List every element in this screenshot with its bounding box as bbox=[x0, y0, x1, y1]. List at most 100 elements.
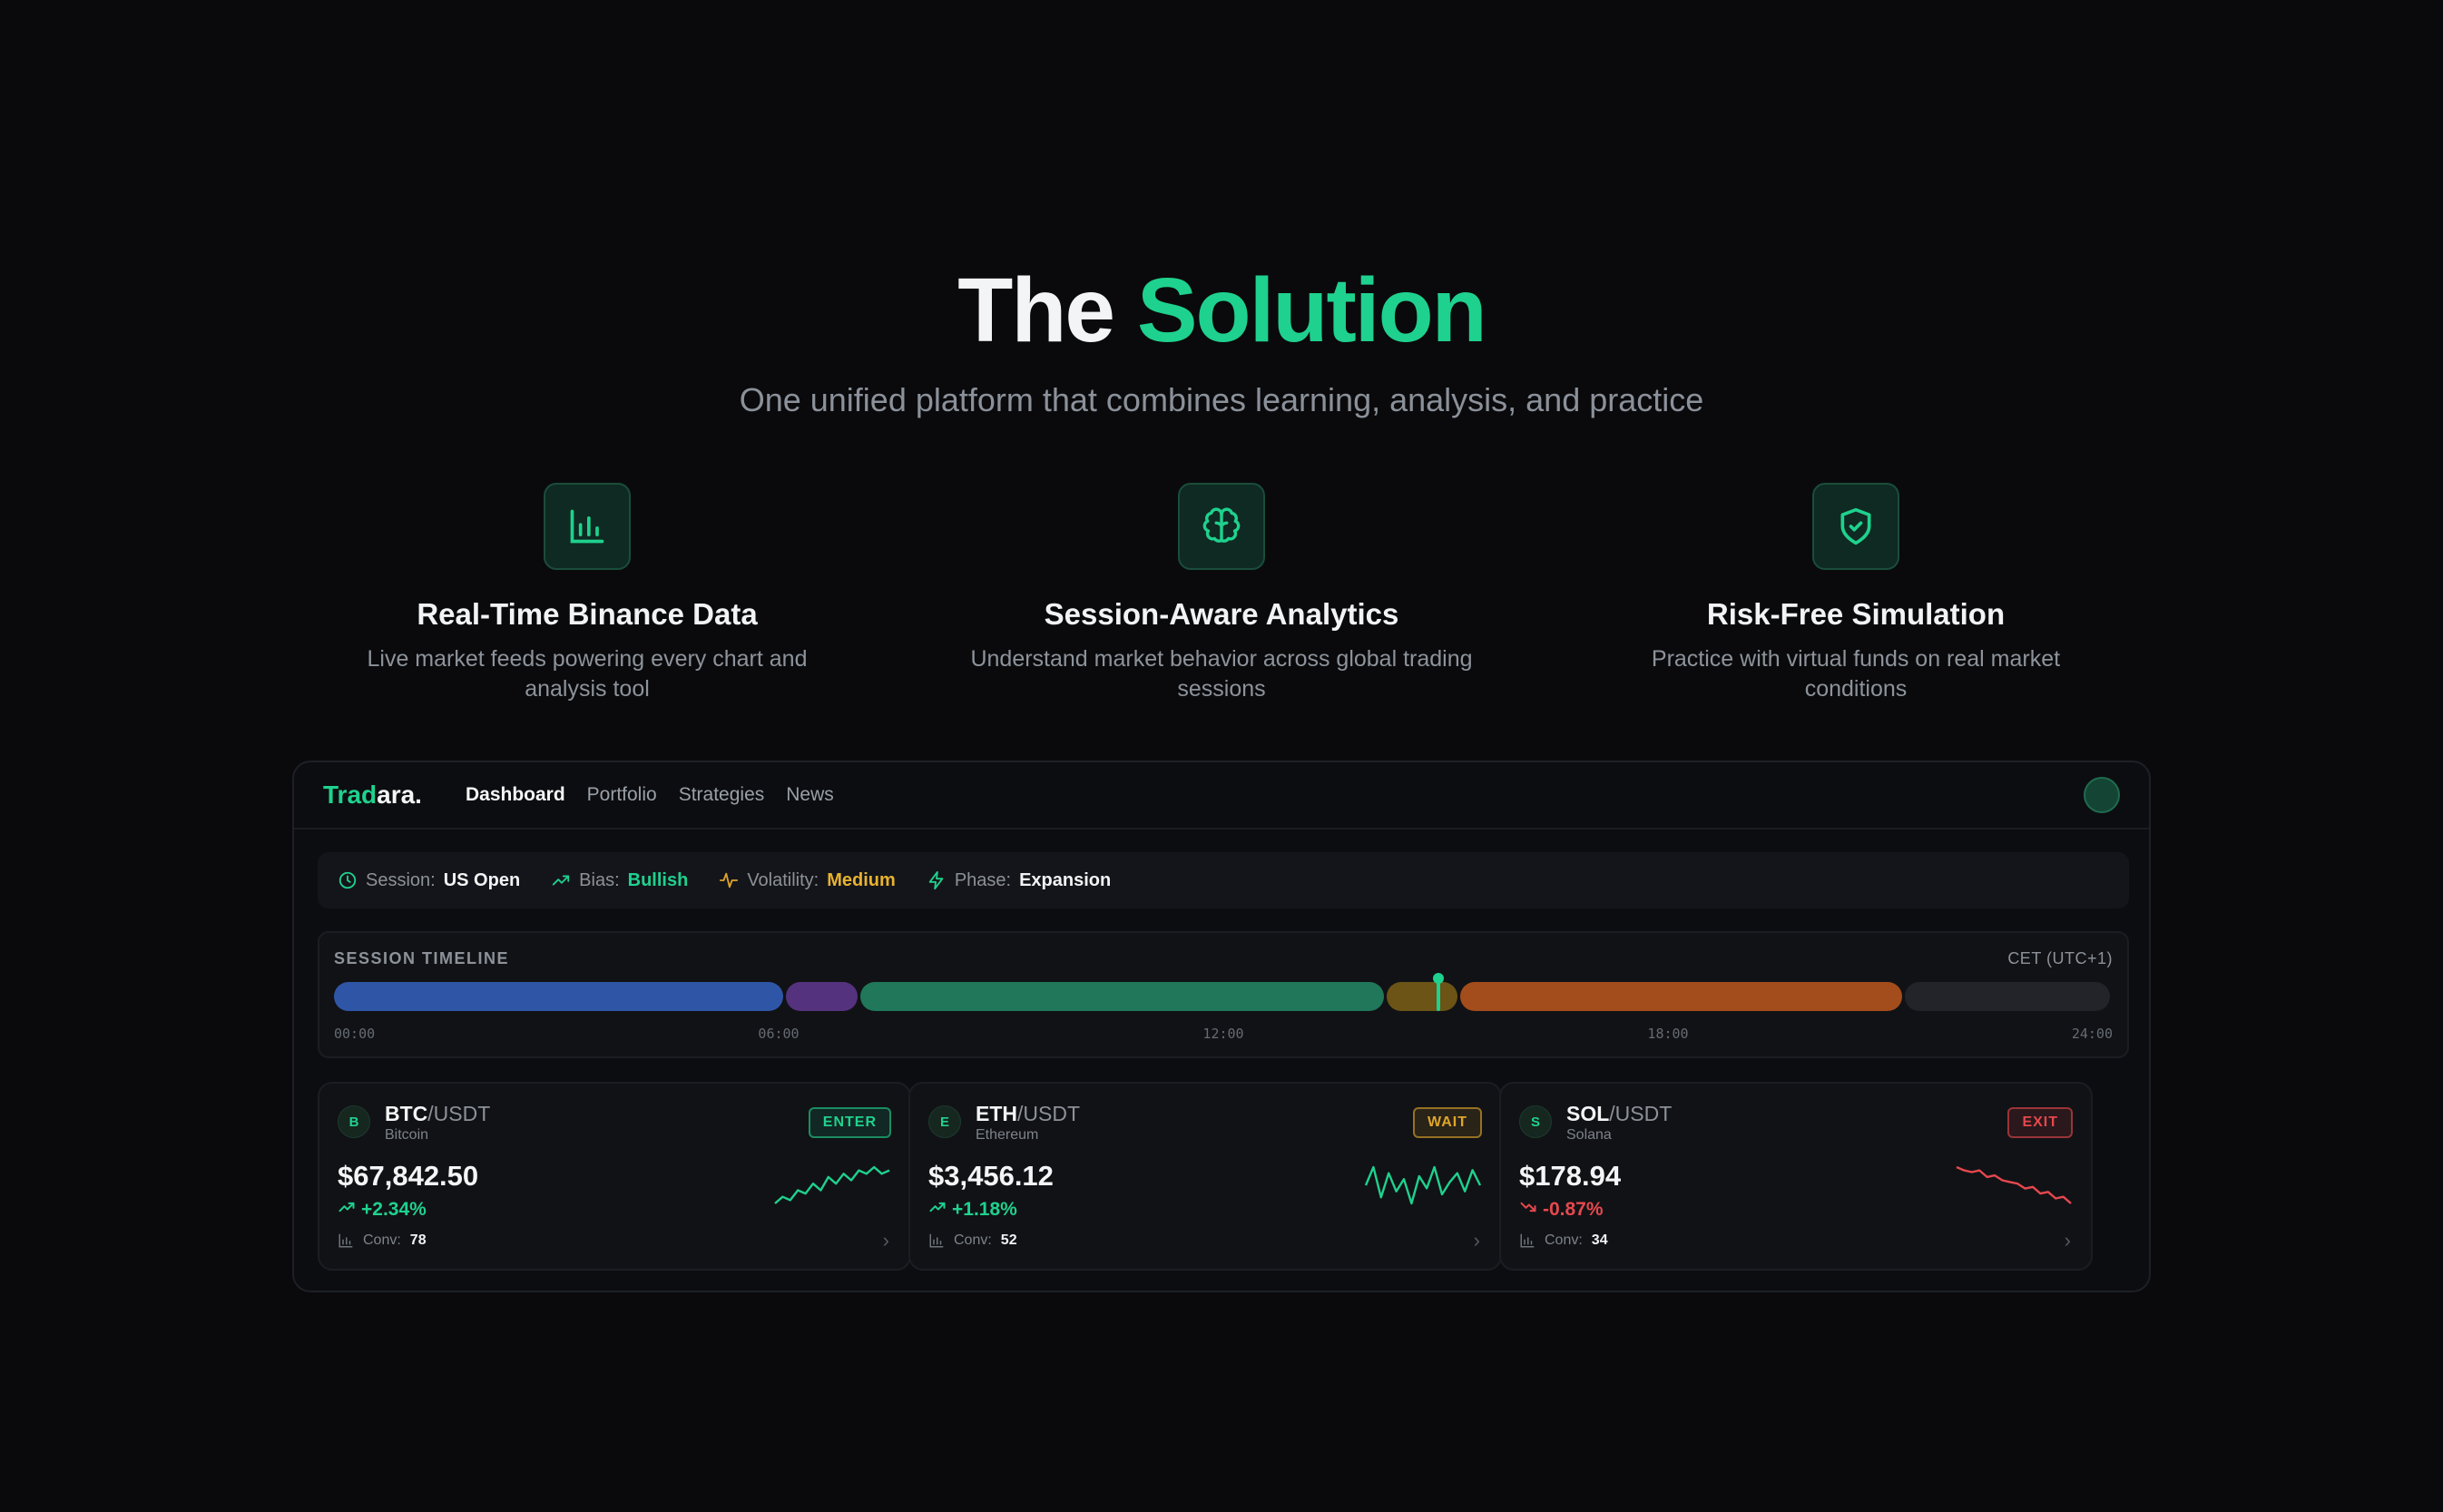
current-time-dot bbox=[1432, 973, 1444, 984]
feature-description: Practice with virtual funds on real mark… bbox=[1651, 646, 2061, 702]
feature-title: Risk-Free Simulation bbox=[1706, 597, 2006, 631]
sparkline-line bbox=[774, 1165, 890, 1204]
conviction-value: 34 bbox=[1591, 1232, 1608, 1248]
nav-strategies[interactable]: Strategies bbox=[679, 784, 765, 806]
conviction-score: Conv: 34 bbox=[1519, 1232, 1608, 1249]
pair-quote: /USDT bbox=[1609, 1102, 1673, 1125]
coin-badge: B bbox=[338, 1105, 370, 1138]
status-session: Session: US Open bbox=[338, 870, 520, 891]
chevron-right-icon[interactable]: › bbox=[1474, 1229, 1480, 1252]
pair-quote: /USDT bbox=[1017, 1102, 1080, 1125]
change-value: +2.34% bbox=[361, 1199, 427, 1220]
coin-name: Bitcoin bbox=[385, 1127, 429, 1143]
session-label: Session: bbox=[366, 869, 436, 890]
feature-risk-free-simulation: Risk-Free Simulation Practice with virtu… bbox=[1565, 483, 2146, 704]
pair-base: ETH bbox=[976, 1102, 1017, 1125]
timeline-segment[interactable] bbox=[786, 982, 858, 1011]
coin-name: Solana bbox=[1566, 1127, 1612, 1143]
trending-up-icon bbox=[553, 875, 570, 886]
bar-chart-icon bbox=[338, 1233, 353, 1248]
timeline-segment[interactable] bbox=[334, 982, 784, 1011]
change-value: +1.18% bbox=[952, 1199, 1017, 1220]
trending-up-icon bbox=[338, 1198, 356, 1222]
bias-value: Bullish bbox=[627, 869, 689, 890]
app-topbar: Tradara. Dashboard Portfolio Strategies … bbox=[294, 762, 2149, 830]
phase-label: Phase: bbox=[954, 869, 1012, 890]
feature-description: Live market feeds powering every chart a… bbox=[367, 646, 808, 702]
feature-title: Real-Time Binance Data bbox=[417, 597, 758, 631]
signal-badge: EXIT bbox=[2007, 1107, 2073, 1138]
conviction-score: Conv: 78 bbox=[338, 1232, 427, 1249]
nav-news[interactable]: News bbox=[786, 784, 834, 806]
brain-icon bbox=[1178, 483, 1265, 570]
price-change: +2.34% bbox=[338, 1198, 427, 1222]
hero-title: The Solution bbox=[0, 259, 2443, 363]
trending-down-icon bbox=[1519, 1198, 1537, 1222]
timeline-timezone: CET (UTC+1) bbox=[2007, 949, 2113, 967]
trading-pair: BTC/USDT bbox=[385, 1102, 490, 1126]
conviction-value: 52 bbox=[1000, 1232, 1017, 1248]
timeline-tick-label: 00:00 bbox=[334, 1026, 376, 1042]
feature-title: Session-Aware Analytics bbox=[1044, 597, 1399, 631]
timeline-tick-label: 12:00 bbox=[1202, 1026, 1244, 1042]
conviction-value: 78 bbox=[409, 1232, 427, 1248]
trending-up-icon bbox=[928, 1198, 947, 1222]
coin-badge: E bbox=[928, 1105, 961, 1138]
asset-card[interactable]: B BTC/USDT Bitcoin ENTER $67,842.50 +2.34% Con… bbox=[318, 1082, 911, 1271]
chevron-right-icon[interactable]: › bbox=[2065, 1229, 2071, 1252]
hero-subtitle: One unified platform that combines learn… bbox=[739, 381, 1704, 418]
bar-chart-icon bbox=[544, 483, 631, 570]
activity-icon bbox=[720, 872, 739, 889]
conviction-score: Conv: 52 bbox=[928, 1232, 1017, 1249]
bias-label: Bias: bbox=[579, 869, 620, 890]
session-timeline: SESSION TIMELINE CET (UTC+1) 00:00 06:00 1… bbox=[318, 931, 2129, 1058]
timeline-segment[interactable] bbox=[1905, 982, 2110, 1011]
feature-session-analytics: Session-Aware Analytics Understand marke… bbox=[931, 483, 1512, 704]
timeline-tick-label: 18:00 bbox=[1647, 1026, 1689, 1042]
timeline-tick-label: 24:00 bbox=[2071, 1026, 2113, 1042]
app-logo[interactable]: Tradara. bbox=[323, 781, 422, 810]
signal-badge: WAIT bbox=[1413, 1107, 1482, 1138]
phase-value: Expansion bbox=[1019, 869, 1112, 890]
sparkline-chart bbox=[1956, 1165, 2072, 1204]
status-bias: Bias: Bullish bbox=[551, 870, 688, 891]
pair-base: SOL bbox=[1566, 1102, 1610, 1125]
timeline-tick-label: 06:00 bbox=[758, 1026, 800, 1042]
hero-title-accent: Solution bbox=[1136, 260, 1487, 361]
timeline-segment[interactable] bbox=[859, 982, 1384, 1011]
coin-name: Ethereum bbox=[976, 1127, 1039, 1143]
nav-portfolio[interactable]: Portfolio bbox=[587, 784, 657, 806]
feature-description: Understand market behavior across global… bbox=[970, 646, 1473, 702]
coin-badge: S bbox=[1519, 1105, 1552, 1138]
sparkline-chart bbox=[1364, 1165, 1482, 1205]
conviction-label: Conv: bbox=[954, 1232, 992, 1248]
status-volatility: Volatility: Medium bbox=[719, 870, 896, 891]
change-value: -0.87% bbox=[1543, 1199, 1604, 1220]
conviction-label: Conv: bbox=[1545, 1232, 1583, 1248]
hero-title-plain: The bbox=[957, 260, 1115, 361]
sparkline-line bbox=[1956, 1165, 2072, 1204]
feature-realtime-data: Real-Time Binance Data Live market feeds… bbox=[297, 483, 878, 704]
timeline-track[interactable] bbox=[334, 973, 2113, 1011]
signal-badge: ENTER bbox=[808, 1107, 891, 1138]
clock-icon bbox=[338, 871, 357, 889]
volatility-value: Medium bbox=[827, 869, 896, 890]
pair-base: BTC bbox=[385, 1102, 428, 1125]
timeline-segment[interactable] bbox=[1460, 982, 1903, 1011]
market-status-bar: Session: US Open Bias: Bullish Volatilit… bbox=[318, 852, 2129, 908]
asset-card[interactable]: S SOL/USDT Solana EXIT $178.94 -0.87% Conv: 34 › bbox=[1499, 1082, 2093, 1271]
price-change: -0.87% bbox=[1519, 1198, 1604, 1222]
logo-part-green: Trad bbox=[323, 781, 378, 809]
timeline-segment[interactable] bbox=[1386, 982, 1458, 1011]
trading-pair: ETH/USDT bbox=[976, 1102, 1080, 1126]
status-phase: Phase: Expansion bbox=[927, 870, 1111, 891]
nav-dashboard[interactable]: Dashboard bbox=[466, 784, 565, 806]
session-value: US Open bbox=[443, 869, 521, 890]
chevron-right-icon[interactable]: › bbox=[883, 1229, 889, 1252]
shield-check-icon bbox=[1812, 483, 1899, 570]
avatar[interactable] bbox=[2084, 777, 2120, 813]
price-change: +1.18% bbox=[928, 1198, 1017, 1222]
price-value: $3,456.12 bbox=[928, 1160, 1054, 1192]
asset-card[interactable]: E ETH/USDT Ethereum WAIT $3,456.12 +1.18% Conv… bbox=[908, 1082, 1502, 1271]
price-value: $67,842.50 bbox=[338, 1160, 479, 1192]
